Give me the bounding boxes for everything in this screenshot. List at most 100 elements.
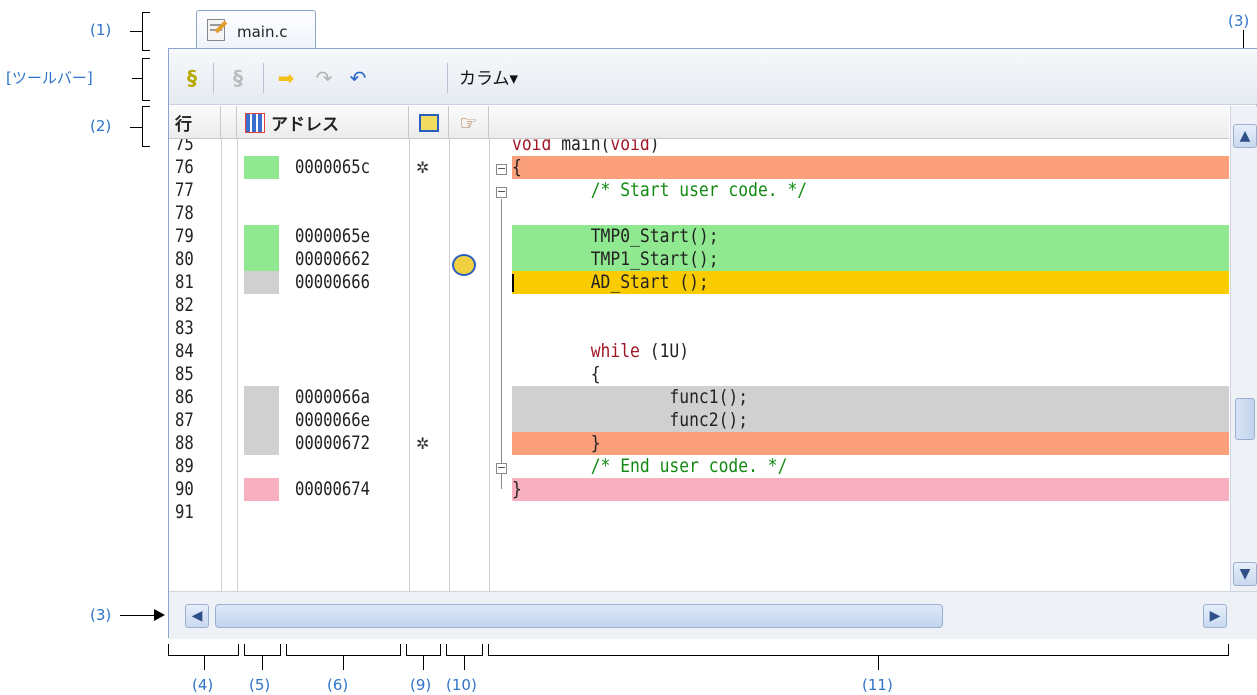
- annotation-col10: (10): [446, 676, 477, 694]
- source-row[interactable]: 89 /* End user code. */: [169, 455, 1229, 478]
- source-row[interactable]: 81 00000666 AD_Start ();: [169, 271, 1229, 294]
- source-row[interactable]: 83: [169, 317, 1229, 340]
- bracket-col11: [488, 655, 1228, 656]
- breakpoint-highlight: [512, 432, 1229, 455]
- coverage-bar: [244, 248, 279, 271]
- annotation-col4: (4): [192, 676, 214, 694]
- source-row[interactable]: 75 void main(void): [169, 139, 1229, 156]
- scroll-down-button[interactable]: ▼: [1233, 562, 1257, 586]
- line-number: 78: [175, 202, 194, 224]
- line-number: 88: [175, 432, 194, 454]
- file-edit-icon: [207, 19, 228, 41]
- source-row[interactable]: 79 0000065e TMP0_Start();: [169, 225, 1229, 248]
- address: 00000666: [295, 271, 371, 293]
- step-into-source-icon: §: [187, 66, 197, 90]
- source-code: }: [512, 478, 522, 500]
- source-row[interactable]: 82: [169, 294, 1229, 317]
- toolbar: § § ➡ ↷ ↶ カラム▾: [169, 49, 1257, 105]
- chevron-up-icon: ▲: [1239, 128, 1251, 144]
- source-code: /* End user code. */: [512, 455, 788, 477]
- source-code: while (1U): [590, 340, 690, 362]
- hand-pointer-icon: ☞: [459, 110, 478, 135]
- source-row[interactable]: 78: [169, 202, 1229, 225]
- header-address: アドレス: [271, 115, 339, 135]
- source-row[interactable]: 84 while (1U): [169, 340, 1229, 363]
- editor-panel: § § ➡ ↷ ↶ カラム▾ 行 アドレス ☞ 75 void main(voi…: [168, 48, 1257, 639]
- source-row[interactable]: 91: [169, 501, 1229, 524]
- event-window-icon: [418, 113, 439, 132]
- step-into-disasm-icon: §: [233, 66, 243, 90]
- coverage-bar: [244, 409, 279, 432]
- event-timer-icon: ✲: [416, 158, 430, 177]
- scroll-right-button[interactable]: ▶: [1203, 604, 1227, 628]
- header-address-cell[interactable]: アドレス: [237, 106, 409, 139]
- grid-icon: [245, 112, 265, 133]
- redo-arrow-icon: ↷: [315, 66, 333, 90]
- fold-toggle-icon[interactable]: −: [496, 186, 507, 198]
- bracket-tab: [130, 31, 142, 32]
- coverage-bar: [244, 225, 279, 248]
- header-pointer-cell[interactable]: ☞: [449, 106, 489, 139]
- vertical-scroll-thumb[interactable]: [1235, 398, 1255, 440]
- address: 0000065e: [295, 225, 371, 247]
- source-code: {: [512, 156, 522, 178]
- source-row[interactable]: 85 {: [169, 363, 1229, 386]
- scroll-left-button[interactable]: ◀: [185, 604, 209, 628]
- go-to-pc-button[interactable]: ➡: [273, 65, 299, 91]
- vertical-scrollbar[interactable]: ▲ ▼: [1230, 106, 1257, 591]
- line-number: 77: [175, 179, 194, 201]
- bracket-header: [130, 127, 142, 128]
- source-row[interactable]: 88 00000672 } ✲: [169, 432, 1229, 455]
- source-row[interactable]: 77 /* Start user code. */: [169, 179, 1229, 202]
- line-number: 87: [175, 409, 194, 431]
- line-number: 89: [175, 455, 194, 477]
- source-row[interactable]: 86 0000066a func1();: [169, 386, 1229, 409]
- annotation-col9: (9): [410, 676, 432, 694]
- address: 0000066a: [295, 386, 371, 408]
- horizontal-scrollbar[interactable]: ◀ ▶: [169, 591, 1257, 639]
- column-header: 行 アドレス ☞: [169, 106, 1229, 139]
- address: 0000066e: [295, 409, 371, 431]
- back-button[interactable]: ↶: [345, 65, 371, 91]
- source-row[interactable]: 76 0000065c { ✲: [169, 156, 1229, 179]
- step-over-button[interactable]: ↷: [311, 65, 337, 91]
- coverage-bar: [244, 386, 279, 409]
- fold-toggle-icon[interactable]: −: [496, 163, 507, 175]
- step-into-disasm-button[interactable]: §: [225, 65, 251, 91]
- line-number: 86: [175, 386, 194, 408]
- column-menu[interactable]: カラム▾: [459, 64, 518, 89]
- source-row[interactable]: 87 0000066e func2();: [169, 409, 1229, 432]
- fold-toggle-icon[interactable]: −: [496, 462, 507, 474]
- step-into-source-button[interactable]: §: [179, 65, 205, 91]
- source-code: func1();: [512, 386, 749, 408]
- source-code: AD_Start ();: [512, 271, 709, 293]
- source-code: func2();: [512, 409, 749, 431]
- line-number: 90: [175, 478, 194, 500]
- source-row[interactable]: 80 00000662 TMP1_Start();: [169, 248, 1229, 276]
- source-code: void main(void): [512, 139, 660, 155]
- coverage-bar: [244, 156, 279, 179]
- source-code: TMP0_Start();: [512, 225, 719, 247]
- line-number: 76: [175, 156, 194, 178]
- line-number: 85: [175, 363, 194, 385]
- line-number: 79: [175, 225, 194, 247]
- horizontal-scroll-thumb[interactable]: [215, 604, 943, 628]
- tab-bar: main.c: [168, 8, 1257, 48]
- chevron-right-icon: ▶: [1209, 608, 1221, 624]
- coverage-bar: [244, 271, 279, 294]
- annotation-header: (2): [90, 117, 112, 135]
- annotation-col6: (6): [327, 676, 349, 694]
- source-row[interactable]: 90 00000674 }: [169, 478, 1229, 501]
- address: 00000672: [295, 432, 371, 454]
- coverage-highlight: [512, 478, 1229, 501]
- annotation-tab: (1): [90, 21, 112, 39]
- fold-guide: [501, 199, 502, 489]
- header-event-cell[interactable]: [409, 106, 449, 139]
- scroll-up-button[interactable]: ▲: [1233, 124, 1257, 148]
- header-line[interactable]: 行: [169, 106, 221, 139]
- annotation-col5: (5): [249, 676, 271, 694]
- chevron-down-icon: ▼: [1239, 566, 1251, 582]
- tab-main-c[interactable]: main.c: [196, 10, 316, 48]
- source-code: {: [512, 363, 601, 385]
- annotation-col11: (11): [862, 676, 893, 694]
